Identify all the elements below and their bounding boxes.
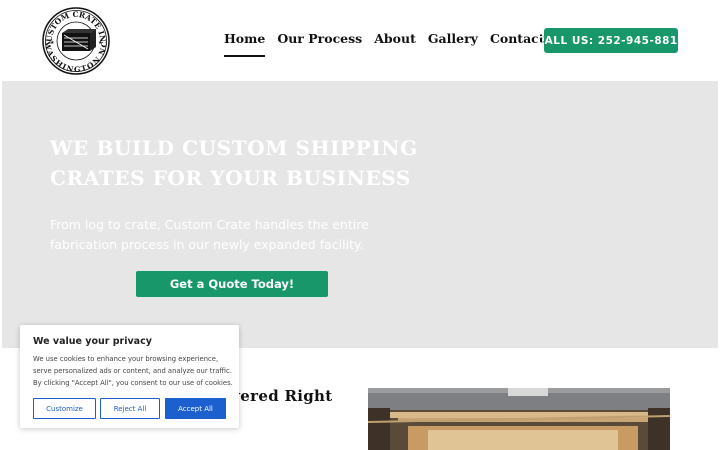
cookie-consent-banner: We value your privacy We use cookies to … [20, 325, 239, 428]
cookie-customize-button[interactable]: Customize [33, 398, 96, 419]
nav-gallery[interactable]: Gallery [428, 31, 478, 54]
hero-section: WE BUILD CUSTOM SHIPPING CRATES FOR YOUR… [2, 81, 718, 348]
cookie-accept-all-button[interactable]: Accept All [165, 398, 226, 419]
crate-logo-icon[interactable]: CUSTOM CRATE INC WASHINGTON NC ★ ★ [39, 0, 110, 75]
call-us-button[interactable]: CALL US: 252-945-8817 [536, 28, 685, 53]
cookie-text: We use cookies to enhance your browsing … [33, 355, 233, 388]
nav-about[interactable]: About [374, 31, 416, 54]
nav-home[interactable]: Home [224, 31, 266, 57]
main-nav: Home Our Process About Gallery Contact U… [224, 31, 567, 57]
site-header: CUSTOM CRATE INC WASHINGTON NC ★ ★ Home … [0, 0, 720, 80]
svg-text:★: ★ [50, 40, 55, 46]
crate-workshop-photo [368, 388, 670, 450]
hero-title: WE BUILD CUSTOM SHIPPING CRATES FOR YOUR… [50, 136, 418, 190]
get-quote-button[interactable]: Get a Quote Today! [136, 271, 328, 297]
svg-text:★: ★ [98, 40, 103, 46]
nav-our-process[interactable]: Our Process [277, 31, 362, 54]
cookie-title: We value your privacy [33, 336, 152, 347]
hero-subtitle: From log to crate, Custom Crate handles … [50, 217, 369, 252]
cookie-reject-all-button[interactable]: Reject All [100, 398, 160, 419]
